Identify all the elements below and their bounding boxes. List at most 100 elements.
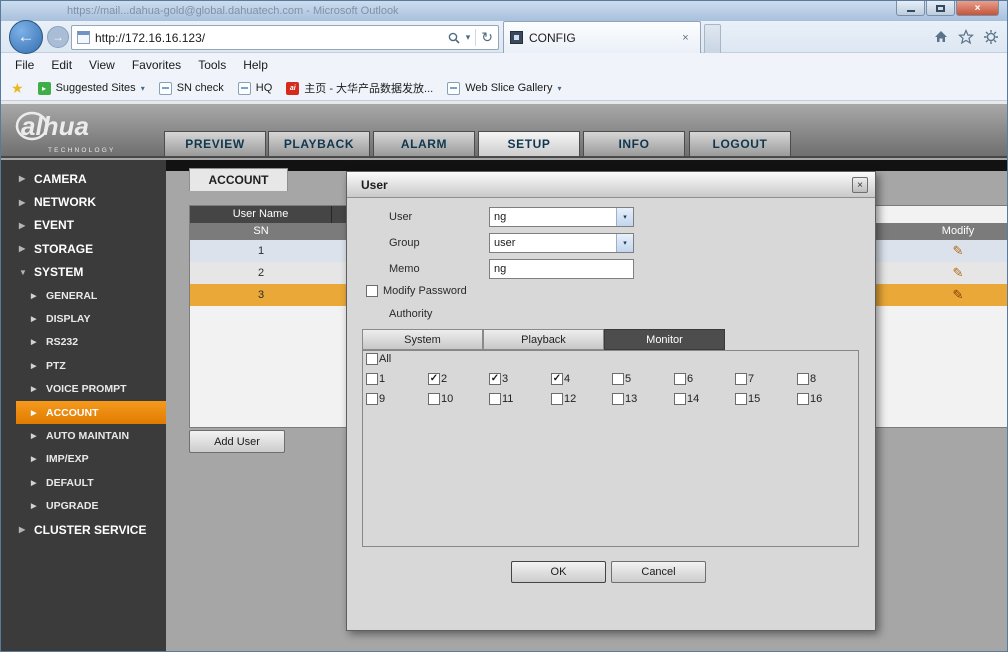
gear-icon[interactable] [983, 29, 999, 45]
checkbox[interactable] [366, 285, 378, 297]
sidebar-item-display[interactable]: ▶DISPLAY [1, 307, 166, 330]
ok-button[interactable]: OK [511, 561, 606, 583]
sidebar-item-general[interactable]: ▶GENERAL [1, 284, 166, 307]
modify-pencil-icon[interactable]: ✎ [908, 240, 1008, 262]
home-icon[interactable] [933, 29, 949, 45]
channel-9-checkbox[interactable]: 9 [366, 393, 385, 406]
sidebar-item-network[interactable]: ▶NETWORK [1, 190, 166, 213]
channel-1-checkbox[interactable]: 1 [366, 373, 385, 386]
checkbox[interactable] [428, 393, 440, 405]
menu-view[interactable]: View [89, 58, 115, 72]
sidebar-item-upgrade[interactable]: ▶UPGRADE [1, 494, 166, 517]
nav-logout-button[interactable]: LOGOUT [689, 131, 791, 157]
select-arrow-icon[interactable]: ▾ [616, 234, 633, 252]
checkbox[interactable] [612, 373, 624, 385]
channel-all-checkbox[interactable]: All [366, 353, 391, 366]
channel-15-checkbox[interactable]: 15 [735, 393, 760, 406]
checkbox[interactable] [366, 393, 378, 405]
modify-password-checkbox[interactable]: Modify Password [366, 285, 467, 297]
channel-10-checkbox[interactable]: 10 [428, 393, 453, 406]
channel-13-checkbox[interactable]: 13 [612, 393, 637, 406]
nav-preview-button[interactable]: PREVIEW [164, 131, 266, 157]
checkbox[interactable] [797, 393, 809, 405]
nav-playback-button[interactable]: PLAYBACK [268, 131, 370, 157]
channel-16-checkbox[interactable]: 16 [797, 393, 822, 406]
sidebar-item-account[interactable]: ▶ACCOUNT [16, 401, 166, 424]
cancel-button[interactable]: Cancel [611, 561, 706, 583]
favorite-sn-check[interactable]: SN check [159, 82, 224, 95]
menu-help[interactable]: Help [243, 58, 268, 72]
refresh-icon[interactable]: ↻ [481, 29, 493, 46]
browser-tab-config[interactable]: CONFIG × [503, 21, 701, 53]
sidebar-item-auto-maintain[interactable]: ▶AUTO MAINTAIN [1, 424, 166, 447]
favorite-suggested-sites[interactable]: ▸ Suggested Sites ▾ [38, 82, 145, 95]
tab-monitor[interactable]: Monitor [604, 329, 725, 350]
checkbox[interactable]: ✓ [428, 373, 440, 385]
tab-system[interactable]: System [362, 329, 483, 350]
checkbox[interactable] [612, 393, 624, 405]
nav-alarm-button[interactable]: ALARM [373, 131, 475, 157]
group-select[interactable]: user ▾ [489, 233, 634, 253]
channel-11-checkbox[interactable]: 11 [489, 393, 513, 406]
channel-8-checkbox[interactable]: 8 [797, 373, 816, 386]
menu-favorites[interactable]: Favorites [132, 58, 181, 72]
tab-close-icon[interactable]: × [677, 29, 694, 46]
checkbox[interactable] [551, 393, 563, 405]
checkbox[interactable] [366, 373, 378, 385]
address-bar[interactable]: http://172.16.16.123/ ▾ ↻ [71, 25, 499, 50]
channel-4-checkbox[interactable]: ✓4 [551, 373, 570, 386]
menu-edit[interactable]: Edit [51, 58, 72, 72]
checkbox[interactable] [366, 353, 378, 365]
sidebar-item-ptz[interactable]: ▶PTZ [1, 354, 166, 377]
checkbox[interactable]: ✓ [551, 373, 563, 385]
account-page-tab[interactable]: ACCOUNT [189, 168, 288, 191]
user-select[interactable]: ng ▾ [489, 207, 634, 227]
channel-3-checkbox[interactable]: ✓3 [489, 373, 508, 386]
maximize-button[interactable] [926, 1, 955, 16]
add-user-button[interactable]: Add User [189, 430, 285, 453]
sidebar-item-imp-exp[interactable]: ▶IMP/EXP [1, 448, 166, 471]
favorite-hq[interactable]: HQ [238, 82, 273, 95]
modify-pencil-icon[interactable]: ✎ [908, 284, 1008, 306]
new-tab-button[interactable] [704, 24, 721, 53]
nav-info-button[interactable]: INFO [583, 131, 685, 157]
channel-2-checkbox[interactable]: ✓2 [428, 373, 447, 386]
menu-file[interactable]: File [15, 58, 34, 72]
sidebar-item-voice-prompt[interactable]: ▶VOICE PROMPT [1, 378, 166, 401]
checkbox[interactable] [735, 373, 747, 385]
sidebar-item-system[interactable]: ▼SYSTEM [1, 261, 166, 284]
search-dropdown-icon[interactable]: ▾ [466, 32, 471, 43]
search-icon[interactable] [447, 31, 461, 45]
channel-14-checkbox[interactable]: 14 [674, 393, 699, 406]
add-favorite-star-icon[interactable]: ★ [11, 80, 24, 97]
channel-6-checkbox[interactable]: 6 [674, 373, 693, 386]
checkbox[interactable] [674, 373, 686, 385]
menu-tools[interactable]: Tools [198, 58, 226, 72]
sidebar-item-rs232[interactable]: ▶RS232 [1, 331, 166, 354]
sidebar-item-default[interactable]: ▶DEFAULT [1, 471, 166, 494]
sidebar-item-event[interactable]: ▶EVENT [1, 214, 166, 237]
modify-pencil-icon[interactable]: ✎ [908, 262, 1008, 284]
dialog-close-button[interactable]: × [852, 177, 868, 193]
favorite-dahua-home[interactable]: ai 主页 - 大华产品数据发放... [286, 80, 433, 96]
checkbox[interactable] [735, 393, 747, 405]
checkbox[interactable] [674, 393, 686, 405]
select-arrow-icon[interactable]: ▾ [616, 208, 633, 226]
favorites-star-icon[interactable] [958, 29, 974, 45]
sidebar-item-cluster-service[interactable]: ▶CLUSTER SERVICE [1, 518, 166, 541]
forward-button[interactable]: → [47, 26, 69, 48]
nav-setup-button[interactable]: SETUP [478, 131, 580, 157]
channel-12-checkbox[interactable]: 12 [551, 393, 576, 406]
channel-7-checkbox[interactable]: 7 [735, 373, 754, 386]
checkbox[interactable]: ✓ [489, 373, 501, 385]
address-url[interactable]: http://172.16.16.123/ [95, 31, 442, 45]
sidebar-item-camera[interactable]: ▶CAMERA [1, 167, 166, 190]
channel-5-checkbox[interactable]: 5 [612, 373, 631, 386]
checkbox[interactable] [489, 393, 501, 405]
tab-playback[interactable]: Playback [483, 329, 604, 350]
minimize-button[interactable] [896, 1, 925, 16]
close-window-button[interactable]: × [956, 1, 999, 16]
memo-input[interactable] [489, 259, 634, 279]
favorite-web-slice-gallery[interactable]: Web Slice Gallery ▾ [447, 82, 561, 95]
checkbox[interactable] [797, 373, 809, 385]
